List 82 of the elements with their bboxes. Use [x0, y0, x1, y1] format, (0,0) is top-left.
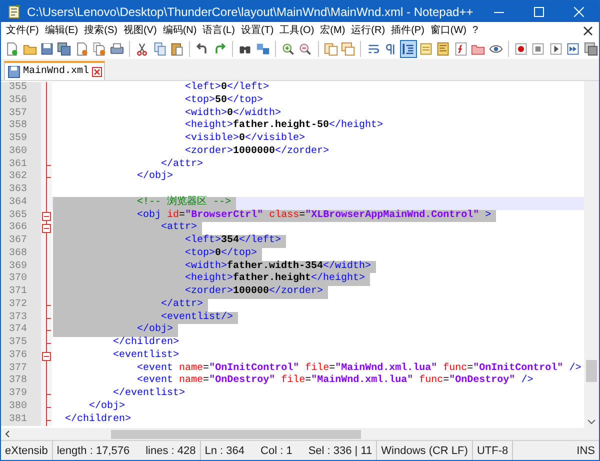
menu-item[interactable]: 编码(N) [160, 22, 200, 39]
line-number: 357 [1, 108, 41, 120]
fold-end-mark [46, 164, 51, 166]
file-tab[interactable]: MainWnd.xml [4, 61, 106, 80]
notepad-app-icon [7, 4, 21, 18]
menu-item[interactable]: ? [470, 22, 482, 39]
fold-end-mark [46, 330, 51, 332]
menu-item[interactable]: 宏(M) [317, 22, 348, 39]
status-text: INS [576, 444, 595, 456]
line-number: 370 [1, 273, 41, 286]
line-number: 360 [1, 146, 41, 158]
line-number: 369 [1, 260, 41, 274]
code-line: <left>0</left> [184, 82, 270, 94]
code-line: <top>50</top> [184, 94, 264, 108]
code-line: <event name="OnInitControl" file="MainWnd.xml.lua" func="OnInitControl" /> [136, 362, 582, 374]
line-number: 374 [1, 324, 41, 337]
status-text: Sel : 336 | 11 [308, 444, 372, 456]
menu-item[interactable]: 设置(T) [238, 22, 277, 39]
line-number: 368 [1, 248, 41, 260]
status-text: Windows (CR LF) [381, 444, 468, 456]
close-icon[interactable] [574, 6, 584, 16]
line-number: 376 [1, 350, 41, 362]
close-tab-icon[interactable] [92, 66, 102, 76]
line-number: 365 [1, 210, 41, 222]
menu-item[interactable]: 语言(L) [200, 22, 238, 39]
window-title: C:\Users\Lenovo\Desktop\ThunderCore\layout\MainWnd\MainWnd.xml - Notepad++ [27, 4, 474, 18]
menu-item[interactable]: 文件(F) [3, 22, 42, 39]
line-number: 359 [1, 133, 41, 146]
code-line: <visible>0</visible> [184, 133, 306, 146]
code-line: <height>father.height-50</height> [184, 120, 384, 132]
line-number: 362 [1, 171, 41, 184]
code-line: </eventlist> [112, 388, 186, 400]
line-number: 372 [1, 298, 41, 312]
scrollbar-thumb[interactable] [586, 360, 597, 382]
status-text: lines : 428 [146, 444, 196, 456]
code-line: <width>0</width> [184, 108, 282, 120]
line-number: 377 [1, 362, 41, 376]
line-number: 371 [1, 286, 41, 299]
code-line: </obj> [88, 400, 126, 414]
line-number: 358 [1, 120, 41, 133]
code-line: <event name="OnDestroy" file="MainWnd.xml.lua" func="OnDestroy" /> [136, 375, 534, 388]
line-number: 367 [1, 235, 41, 248]
status-text: eXtensib [5, 444, 48, 456]
status-text: length : 17,576 [56, 444, 130, 456]
line-number: 364 [1, 196, 41, 210]
line-number: 380 [1, 400, 41, 414]
line-number: 381 [1, 414, 41, 426]
menu-item[interactable]: 搜索(S) [81, 22, 120, 39]
vertical-scrollbar[interactable] [584, 81, 599, 428]
maximize-icon[interactable] [534, 6, 544, 16]
code-line: </children> [112, 337, 180, 350]
menu-item[interactable]: 工具(O) [276, 22, 318, 39]
fold-end-mark [46, 394, 51, 395]
status-text: UTF-8 [476, 444, 508, 456]
line-number: 379 [1, 388, 41, 401]
close-icon[interactable] [581, 24, 595, 38]
line-number: 373 [1, 312, 41, 324]
menu-item[interactable]: 视图(V) [120, 22, 160, 39]
line-number: 355 [1, 82, 41, 95]
line-number: 356 [1, 94, 41, 108]
scrollbar-thumb[interactable] [111, 430, 361, 438]
menu-item[interactable]: 窗口(W) [427, 22, 470, 39]
code-line: <zorder>1000000</zorder> [184, 146, 330, 158]
status-text: Ln : 364 [204, 444, 245, 456]
fold-end-mark [46, 177, 51, 178]
line-number: 363 [1, 184, 41, 197]
menu-item[interactable]: 插件(P) [388, 22, 428, 39]
line-number: 375 [1, 337, 41, 350]
fold-end-mark [46, 304, 51, 306]
code-line: </children> [64, 414, 132, 426]
menu-item[interactable]: 编辑(E) [42, 22, 82, 39]
horizontal-scrollbar[interactable] [1, 428, 599, 440]
menu-item[interactable]: 运行(R) [348, 22, 388, 39]
line-number: 361 [1, 158, 41, 172]
fold-end-mark [46, 406, 51, 408]
line-number: 378 [1, 375, 41, 388]
fold-end-mark [46, 343, 51, 344]
line-number: 366 [1, 222, 41, 235]
code-line: </obj> [136, 171, 174, 184]
code-line: <eventlist> [112, 350, 180, 362]
code-line: </attr> [160, 158, 204, 170]
status-text: Col : 1 [260, 444, 292, 456]
